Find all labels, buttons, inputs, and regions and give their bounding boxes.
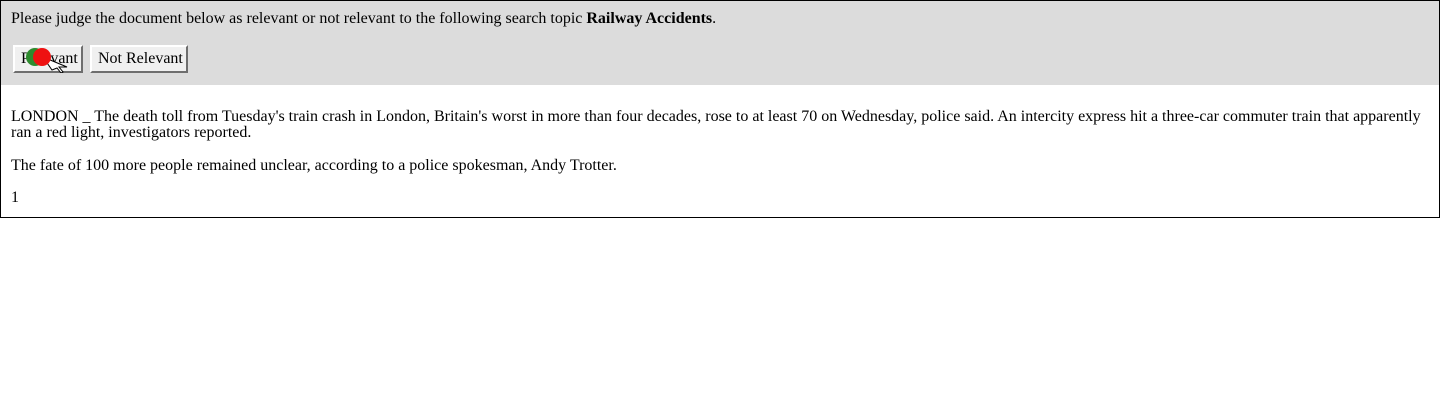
judgment-panel: Please judge the document below as relev… bbox=[0, 0, 1440, 86]
document-paragraph: The fate of 100 more people remained unc… bbox=[11, 157, 617, 174]
not-relevant-button[interactable]: Not Relevant bbox=[90, 45, 188, 73]
document-paragraph: LONDON _ The death toll from Tuesday's t… bbox=[11, 108, 1421, 141]
search-topic: Railway Accidents bbox=[586, 10, 713, 27]
page-number: 1 bbox=[11, 189, 19, 206]
relevant-button[interactable]: Relevant bbox=[13, 45, 83, 73]
prompt-text: Please judge the document below as relev… bbox=[11, 10, 587, 27]
prompt-suffix: . bbox=[712, 10, 717, 27]
document-panel: LONDON _ The death toll from Tuesday's t… bbox=[0, 85, 1440, 218]
judgment-prompt: Please judge the document below as relev… bbox=[11, 10, 716, 28]
